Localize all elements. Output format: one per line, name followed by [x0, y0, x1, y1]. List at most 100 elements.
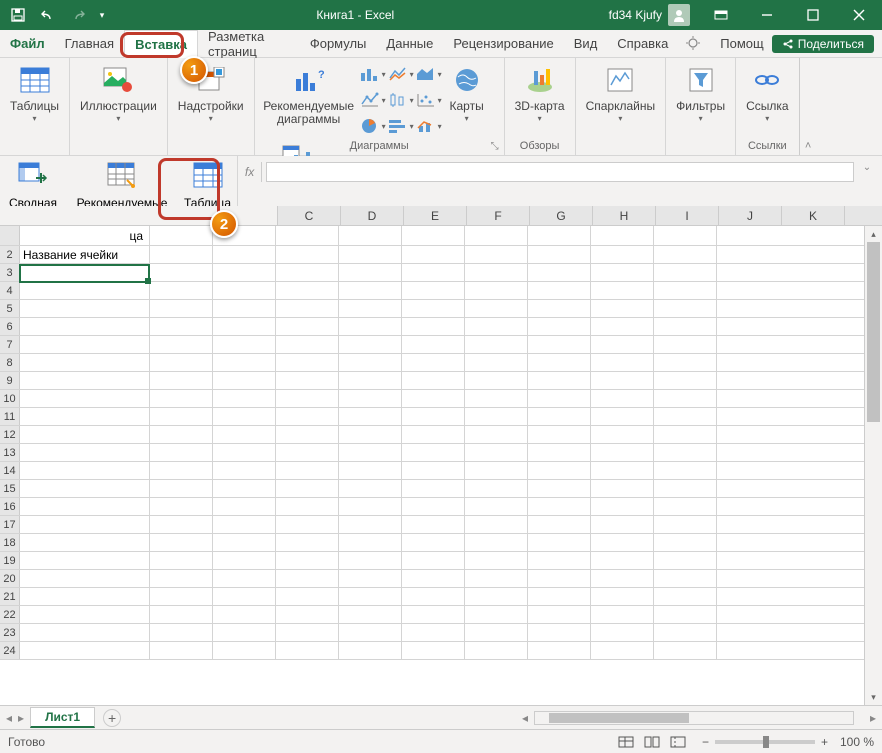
tab-file[interactable]: Файл	[0, 30, 55, 57]
row-header[interactable]: 18	[0, 534, 20, 551]
cell[interactable]	[213, 624, 276, 641]
save-icon[interactable]	[4, 1, 32, 29]
cell[interactable]	[150, 534, 213, 551]
cell[interactable]	[20, 300, 150, 317]
collapse-ribbon-icon[interactable]: ˄	[799, 58, 817, 155]
cell[interactable]	[150, 246, 213, 263]
cell[interactable]	[465, 606, 528, 623]
cell[interactable]	[20, 534, 150, 551]
cell[interactable]	[339, 498, 402, 515]
3dmap-button[interactable]: 3D-карта ▾	[511, 60, 569, 125]
cell[interactable]	[150, 372, 213, 389]
cell[interactable]	[339, 426, 402, 443]
cell[interactable]	[150, 444, 213, 461]
chart-pie-icon[interactable]: ▾	[359, 114, 387, 138]
cell[interactable]	[654, 606, 717, 623]
cell[interactable]	[465, 354, 528, 371]
cell[interactable]	[339, 300, 402, 317]
cell[interactable]	[150, 480, 213, 497]
cell[interactable]	[20, 408, 150, 425]
row-header[interactable]: 11	[0, 408, 20, 425]
cell[interactable]	[465, 462, 528, 479]
tab-view[interactable]: Вид	[564, 30, 608, 57]
cell[interactable]	[591, 642, 654, 659]
cell[interactable]	[276, 318, 339, 335]
cell[interactable]	[465, 318, 528, 335]
cell[interactable]	[528, 318, 591, 335]
cell[interactable]	[591, 498, 654, 515]
share-button[interactable]: Поделиться	[772, 35, 874, 53]
maximize-icon[interactable]	[790, 0, 836, 30]
cell[interactable]	[20, 606, 150, 623]
chart-column-icon[interactable]: ▾	[359, 62, 387, 86]
user-account[interactable]: fd34 Kjufy	[601, 4, 698, 26]
cell[interactable]	[528, 552, 591, 569]
cell[interactable]	[402, 534, 465, 551]
cell[interactable]	[276, 588, 339, 605]
cell[interactable]	[150, 606, 213, 623]
cell[interactable]	[465, 642, 528, 659]
row-header[interactable]: 7	[0, 336, 20, 353]
cell[interactable]	[339, 282, 402, 299]
cell[interactable]	[150, 642, 213, 659]
cell[interactable]	[465, 300, 528, 317]
scroll-thumb[interactable]	[549, 713, 689, 723]
row-header[interactable]: 4	[0, 282, 20, 299]
cell[interactable]	[276, 624, 339, 641]
cell[interactable]	[528, 426, 591, 443]
cell[interactable]	[654, 390, 717, 407]
cell[interactable]	[402, 570, 465, 587]
illustrations-button[interactable]: Иллюстрации ▾	[76, 60, 161, 125]
cell[interactable]	[213, 426, 276, 443]
cell[interactable]	[528, 282, 591, 299]
tab-home[interactable]: Главная	[55, 30, 124, 57]
cell[interactable]	[276, 552, 339, 569]
cell[interactable]	[276, 354, 339, 371]
row-header[interactable]: 10	[0, 390, 20, 407]
cell[interactable]	[402, 498, 465, 515]
chart-line-icon[interactable]: ▾	[387, 62, 415, 86]
cell[interactable]	[528, 480, 591, 497]
cell[interactable]	[591, 534, 654, 551]
cell[interactable]	[150, 336, 213, 353]
cell[interactable]	[339, 606, 402, 623]
cell[interactable]	[339, 588, 402, 605]
cell[interactable]	[276, 426, 339, 443]
tell-me-icon[interactable]	[678, 36, 710, 52]
cell[interactable]	[402, 390, 465, 407]
cell[interactable]	[591, 480, 654, 497]
cell[interactable]	[528, 264, 591, 281]
cell[interactable]	[276, 606, 339, 623]
cell[interactable]	[213, 462, 276, 479]
cell[interactable]	[276, 498, 339, 515]
cell[interactable]	[654, 318, 717, 335]
add-sheet-button[interactable]: +	[103, 709, 121, 727]
row-header[interactable]: 24	[0, 642, 20, 659]
cell[interactable]	[465, 426, 528, 443]
zoom-in-icon[interactable]: +	[821, 735, 828, 749]
cell[interactable]	[339, 462, 402, 479]
cell[interactable]	[213, 372, 276, 389]
cell[interactable]	[20, 264, 150, 281]
hscroll-right-icon[interactable]: ▸	[864, 711, 882, 725]
cell[interactable]	[276, 300, 339, 317]
cell[interactable]	[213, 570, 276, 587]
sheet-prev-icon[interactable]: ◂	[6, 711, 12, 725]
cell[interactable]	[528, 408, 591, 425]
cell[interactable]	[465, 552, 528, 569]
row-header[interactable]: 22	[0, 606, 20, 623]
cell[interactable]	[402, 606, 465, 623]
cell[interactable]	[20, 372, 150, 389]
cell[interactable]	[654, 282, 717, 299]
cell[interactable]	[465, 264, 528, 281]
cell[interactable]	[339, 372, 402, 389]
link-button[interactable]: Ссылка ▾	[742, 60, 792, 125]
row-header[interactable]: 17	[0, 516, 20, 533]
cell[interactable]	[213, 264, 276, 281]
cell[interactable]	[213, 318, 276, 335]
formula-input[interactable]	[266, 162, 854, 182]
cell[interactable]	[213, 498, 276, 515]
row-header[interactable]: 3	[0, 264, 20, 281]
col-header[interactable]: G	[530, 206, 593, 225]
cell[interactable]	[213, 336, 276, 353]
